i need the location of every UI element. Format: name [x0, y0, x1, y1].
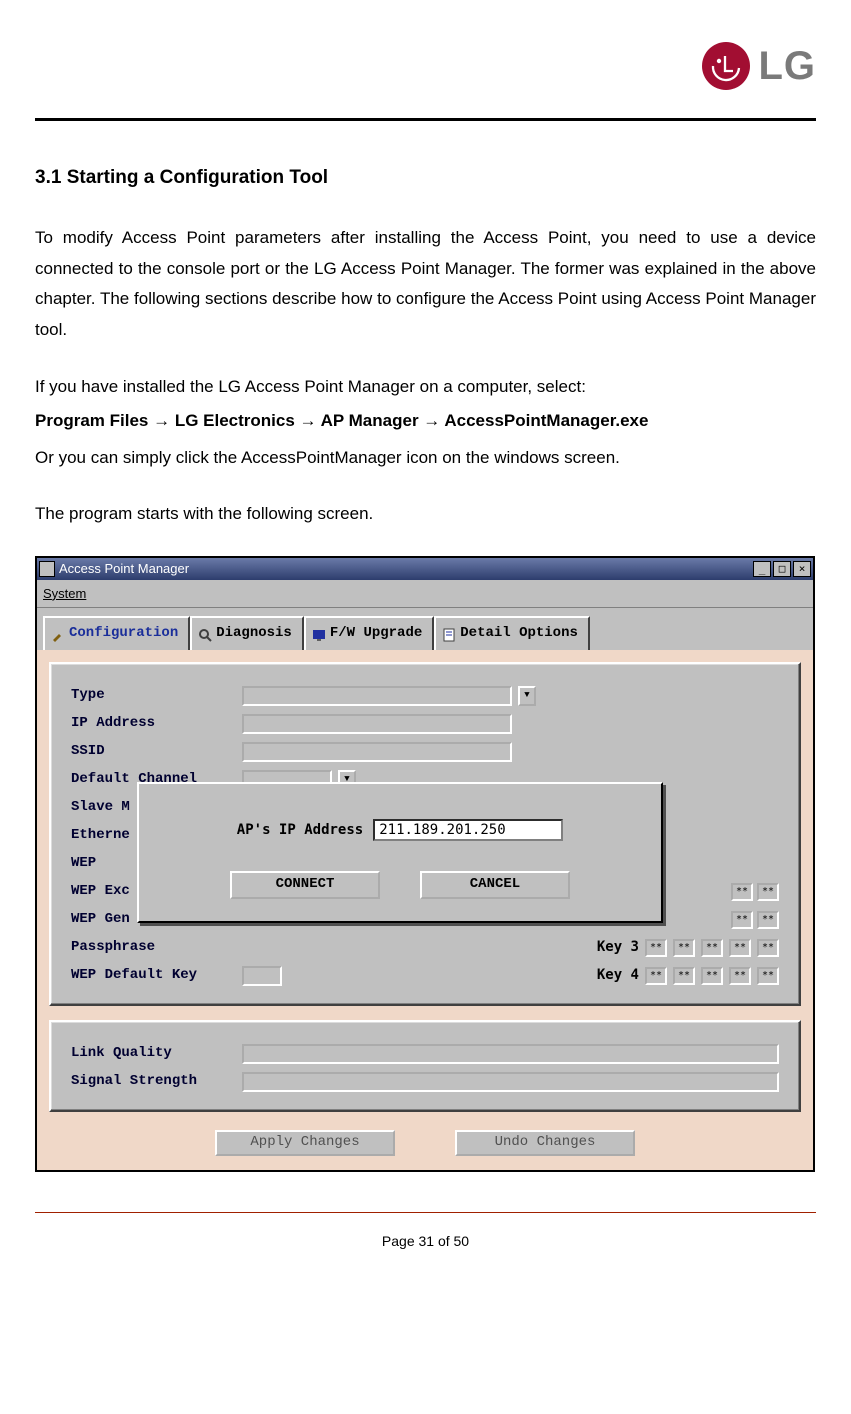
header-logo-row: LG [35, 30, 816, 102]
close-button[interactable]: × [793, 561, 811, 577]
lg-face-icon [702, 42, 750, 90]
label-type: Type [71, 683, 236, 708]
label-ip: IP Address [71, 711, 236, 736]
app-window: Access Point Manager _ □ × System Config… [35, 556, 815, 1172]
link-quality-bar [242, 1044, 779, 1064]
label-signal: Signal Strength [71, 1069, 236, 1094]
key-cell[interactable]: ** [701, 939, 723, 957]
label-ssid: SSID [71, 739, 236, 764]
key-cell[interactable]: ** [731, 911, 753, 929]
tab-label: Configuration [69, 621, 178, 646]
footer-rule [35, 1212, 816, 1213]
titlebar: Access Point Manager _ □ × [37, 558, 813, 580]
tab-diagnosis[interactable]: Diagnosis [190, 616, 304, 651]
cancel-button[interactable]: CANCEL [420, 871, 570, 899]
dropdown-icon[interactable]: ▼ [518, 686, 536, 706]
tab-label: Diagnosis [216, 621, 292, 646]
dialog-ip-input[interactable]: 211.189.201.250 [373, 819, 563, 841]
tab-label: F/W Upgrade [330, 621, 422, 646]
window-buttons: _ □ × [753, 561, 811, 577]
status-panel: Link Quality Signal Strength [49, 1020, 801, 1112]
magnifier-icon [198, 627, 212, 641]
key-cell[interactable]: ** [645, 939, 667, 957]
tabbar: Configuration Diagnosis F/W Upgrade Deta… [37, 608, 813, 649]
maximize-button[interactable]: □ [773, 561, 791, 577]
ssid-input[interactable] [242, 742, 512, 762]
paragraph-3: Or you can simply click the AccessPointM… [35, 443, 816, 474]
key-cell[interactable]: ** [729, 939, 751, 957]
dialog-ip-label: AP's IP Address [237, 818, 363, 843]
tab-detail-options[interactable]: Detail Options [434, 616, 590, 651]
tab-label: Detail Options [460, 621, 578, 646]
key-cell[interactable]: ** [757, 911, 779, 929]
minimize-button[interactable]: _ [753, 561, 771, 577]
signal-strength-bar [242, 1072, 779, 1092]
key-cell[interactable]: ** [757, 967, 779, 985]
key-cell[interactable]: ** [731, 883, 753, 901]
paragraph-1: To modify Access Point parameters after … [35, 223, 816, 345]
menu-system-rest[interactable]: ystem [52, 586, 87, 601]
apply-changes-button[interactable]: Apply Changes [215, 1130, 395, 1156]
key-cell[interactable]: ** [645, 967, 667, 985]
label-key3: Key 3 [579, 935, 639, 960]
wrench-icon [51, 627, 65, 641]
connect-button[interactable]: CONNECT [230, 871, 380, 899]
nav-path: Program Files → LG Electronics → AP Mana… [35, 406, 816, 437]
bottom-buttons: Apply Changes Undo Changes [49, 1126, 801, 1158]
key-cell[interactable]: ** [701, 967, 723, 985]
lg-logo: LG [702, 30, 816, 102]
ip-input[interactable] [242, 714, 512, 734]
label-key4: Key 4 [579, 963, 639, 988]
label-wep-default: WEP Default Key [71, 963, 236, 988]
label-passphrase: Passphrase [71, 935, 236, 960]
connect-dialog: AP's IP Address 211.189.201.250 CONNECT … [137, 782, 663, 923]
screen-icon [312, 627, 326, 641]
key-cell[interactable]: ** [673, 967, 695, 985]
key-cell[interactable]: ** [757, 883, 779, 901]
key-cell[interactable]: ** [673, 939, 695, 957]
paragraph-4: The program starts with the following sc… [35, 499, 816, 530]
header-rule [35, 118, 816, 121]
key-cell[interactable]: ** [729, 967, 751, 985]
client-area: Type ▼ IP Address SSID Default Channel ▼… [37, 650, 813, 1170]
menubar: System [37, 580, 813, 608]
wep-default-select[interactable] [242, 966, 282, 986]
label-link-quality: Link Quality [71, 1041, 236, 1066]
undo-changes-button[interactable]: Undo Changes [455, 1130, 635, 1156]
note-icon [442, 627, 456, 641]
tab-configuration[interactable]: Configuration [43, 616, 190, 649]
system-menu-icon[interactable] [39, 561, 55, 577]
lg-brand-text: LG [758, 30, 816, 102]
type-select[interactable] [242, 686, 512, 706]
key-cell[interactable]: ** [757, 939, 779, 957]
menu-system[interactable]: S [43, 586, 52, 601]
paragraph-2: If you have installed the LG Access Poin… [35, 372, 816, 403]
tab-fw-upgrade[interactable]: F/W Upgrade [304, 616, 434, 651]
page-number: Page 31 of 50 [35, 1229, 816, 1254]
window-title: Access Point Manager [59, 557, 189, 580]
section-title: 3.1 Starting a Configuration Tool [35, 161, 816, 195]
